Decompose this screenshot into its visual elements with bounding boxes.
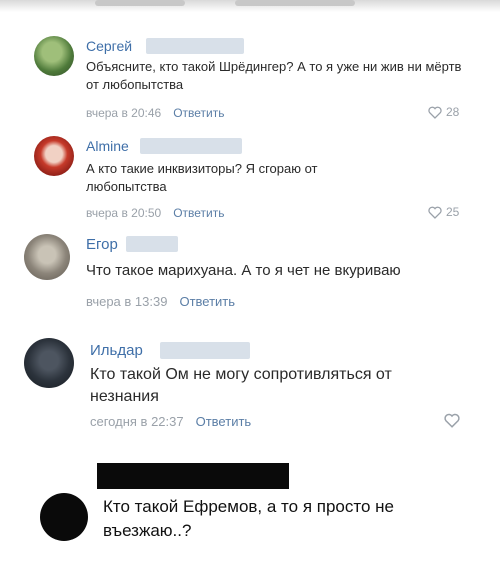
comment-text: Кто такой Ефремов, а то я просто не въез… xyxy=(103,497,394,540)
avatar[interactable] xyxy=(34,36,74,76)
comment-ildar: Ильдар Кто такой Ом не могу сопротивлять… xyxy=(0,336,500,446)
avatar[interactable] xyxy=(34,136,74,176)
like-count: 28 xyxy=(446,105,460,119)
cropped-text-fragment xyxy=(235,0,355,6)
timestamp: сегодня в 22:37 xyxy=(90,414,184,429)
censored-avatar xyxy=(40,493,88,541)
comment-meta: вчера в 20:46 Ответить xyxy=(86,106,224,120)
author-name[interactable]: Ильдар xyxy=(90,342,143,359)
timestamp: вчера в 20:46 xyxy=(86,106,162,120)
avatar[interactable] xyxy=(24,234,70,280)
comment-meta: вчера в 13:39 Ответить xyxy=(86,294,235,309)
author-name[interactable]: Егор xyxy=(86,236,118,253)
comment-sergey: Сергей Объясните, кто такой Шрёдингер? А… xyxy=(0,30,500,130)
avatar[interactable] xyxy=(24,338,74,388)
like-count: 25 xyxy=(446,205,460,219)
comment-censored: Кто такой Ефремов, а то я просто не въез… xyxy=(0,455,500,565)
timestamp: вчера в 20:50 xyxy=(86,206,162,220)
heart-icon xyxy=(428,106,442,119)
like-button[interactable]: 28 xyxy=(428,105,459,119)
comment-text: А кто такие инквизиторы? Я сгораю от люб… xyxy=(86,161,318,194)
comment-meta: вчера в 20:50 Ответить xyxy=(86,206,224,220)
comment-text: Объясните, кто такой Шрёдингер? А то я у… xyxy=(86,59,462,92)
redacted-surname xyxy=(146,38,244,54)
reply-link[interactable]: Ответить xyxy=(173,106,224,120)
like-button[interactable]: 25 xyxy=(428,205,459,219)
comment-egor: Егор Что такое марихуана. А то я чет не … xyxy=(0,228,500,318)
comment-text: Кто такой Ом не могу сопротивляться от н… xyxy=(90,366,392,405)
censored-author-name xyxy=(97,463,289,489)
redacted-surname xyxy=(126,236,178,252)
cropped-top-edge xyxy=(0,0,500,12)
heart-icon xyxy=(428,206,442,219)
heart-icon xyxy=(444,413,460,428)
comment-meta: сегодня в 22:37 Ответить xyxy=(90,414,251,429)
redacted-surname xyxy=(160,342,250,359)
comment-almine: Almine А кто такие инквизиторы? Я сгораю… xyxy=(0,130,500,225)
timestamp: вчера в 13:39 xyxy=(86,294,168,309)
cropped-text-fragment xyxy=(95,0,185,6)
author-name[interactable]: Almine xyxy=(86,138,129,154)
comment-text: Что такое марихуана. А то я чет не вкури… xyxy=(86,262,401,279)
like-button[interactable] xyxy=(444,413,460,428)
reply-link[interactable]: Ответить xyxy=(173,206,224,220)
reply-link[interactable]: Ответить xyxy=(196,414,252,429)
author-name[interactable]: Сергей xyxy=(86,38,132,54)
reply-link[interactable]: Ответить xyxy=(179,294,235,309)
redacted-surname xyxy=(140,138,242,154)
